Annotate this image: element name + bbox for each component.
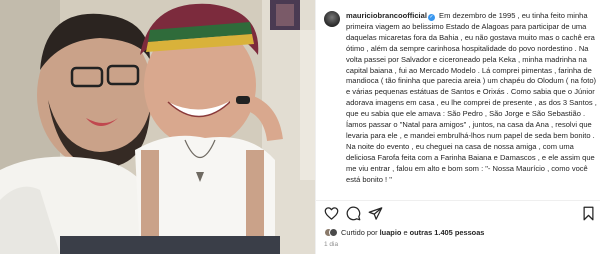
divider (316, 200, 600, 201)
likes-connector: e (403, 228, 408, 237)
liker-avatar (329, 228, 338, 237)
action-bar (324, 206, 596, 222)
likes-summary[interactable]: Curtido por luapio e outras 1.405 pessoa… (324, 227, 484, 239)
username-link[interactable]: mauriciobrancoofficial (346, 11, 427, 20)
post-sidebar: mauriciobrancoofficial ✓ Em dezembro de 1… (315, 0, 600, 254)
verified-badge-icon: ✓ (427, 14, 435, 21)
post-timestamp[interactable]: 1 dia (324, 240, 338, 250)
likes-first-user[interactable]: luapio (380, 228, 402, 237)
heart-icon[interactable] (324, 206, 339, 221)
avatar[interactable] (324, 11, 340, 27)
post-caption: mauriciobrancoofficial ✓ Em dezembro de 1… (346, 11, 598, 186)
post-photo[interactable] (0, 0, 315, 254)
likes-others[interactable]: outras 1.405 pessoas (410, 228, 485, 237)
share-icon[interactable] (368, 206, 383, 221)
bookmark-icon[interactable] (581, 206, 596, 221)
photo-image (0, 0, 315, 254)
likes-prefix: Curtido por (341, 228, 378, 237)
comment-icon[interactable] (346, 206, 361, 221)
caption-text: Em dezembro de 1995 , eu tinha feito min… (346, 11, 597, 184)
